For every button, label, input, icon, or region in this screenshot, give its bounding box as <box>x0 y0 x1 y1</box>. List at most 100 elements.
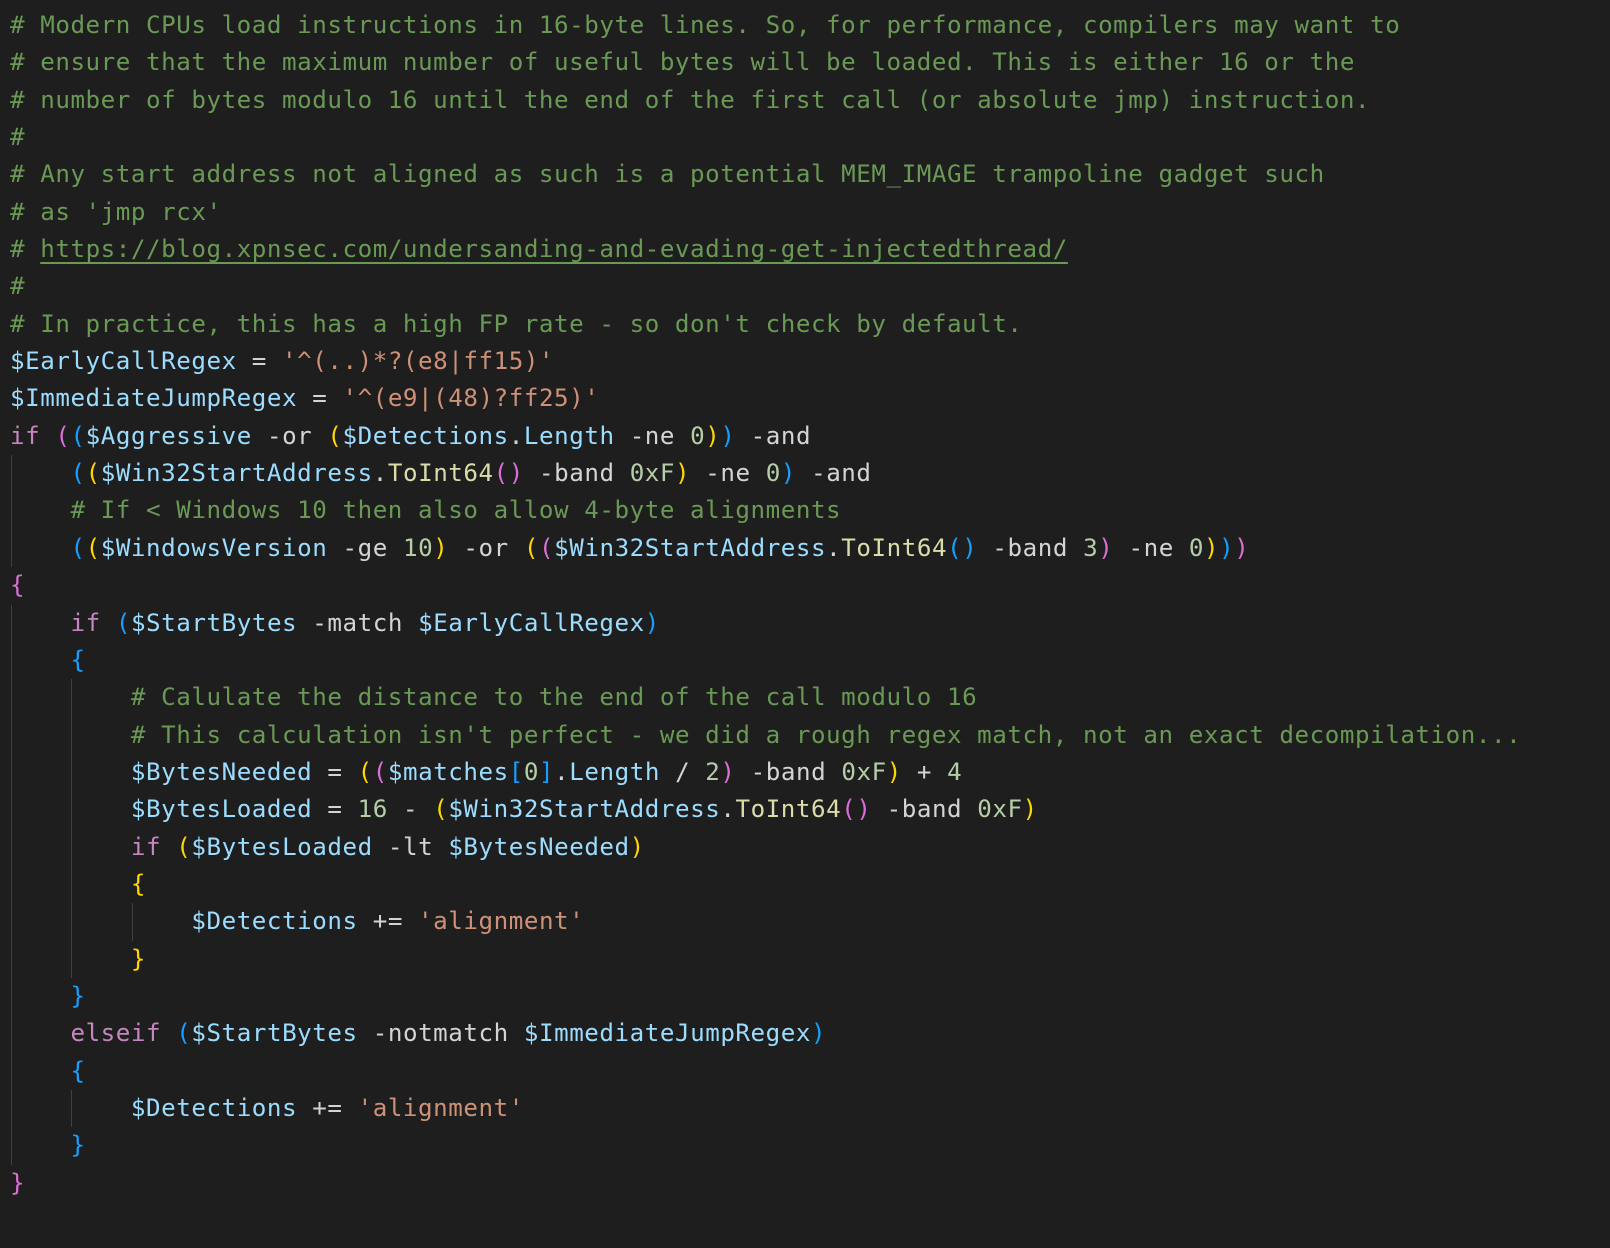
bracket-token: ) <box>720 421 736 450</box>
string-token: '^(..)*?(e8|ff15)' <box>282 347 555 376</box>
indent-guide <box>11 641 12 680</box>
code-editor[interactable]: # Modern CPUs load instructions in 16-by… <box>0 0 1610 1248</box>
text-token: . <box>720 795 736 824</box>
indent-guide <box>11 791 12 829</box>
variable-token: Length <box>523 421 615 450</box>
operator-token: = <box>312 757 358 786</box>
bracket-token: } <box>70 981 86 1010</box>
code-line[interactable]: # https://blog.xpnsec.com/undersanding-a… <box>10 231 1521 268</box>
bracket-token: { <box>10 571 26 600</box>
operator-token: -and <box>795 459 872 488</box>
text-token: . <box>372 459 388 488</box>
code-line[interactable]: # as 'jmp rcx' <box>10 194 1521 231</box>
indent-guide <box>71 753 73 792</box>
code-line[interactable]: if (($Aggressive -or ($Detections.Length… <box>10 418 1521 455</box>
bracket-token: ) <box>1022 795 1038 824</box>
bracket-token: ) <box>644 608 660 637</box>
number-token: 0xF <box>629 459 676 488</box>
code-line[interactable]: { <box>10 641 1521 680</box>
bracket-token: ) <box>811 1019 827 1048</box>
bracket-token: ( <box>85 459 101 488</box>
code-line[interactable]: } <box>10 1165 1521 1202</box>
number-token: 16 <box>357 795 388 824</box>
bracket-token: ( <box>70 459 86 488</box>
variable-token: $BytesNeeded <box>448 832 630 861</box>
method-token: ToInt64 <box>387 459 494 488</box>
bracket-token: } <box>70 1131 86 1160</box>
code-line[interactable]: # In practice, this has a high FP rate -… <box>10 306 1521 343</box>
code-line[interactable]: { <box>10 567 1521 604</box>
indent-guide <box>11 716 12 754</box>
indent-guide <box>71 716 73 754</box>
number-token: 10 <box>402 533 434 562</box>
code-line[interactable]: $Detections += 'alignment' <box>10 1089 1521 1128</box>
variable-token: $StartBytes <box>191 1019 358 1048</box>
comment-token: # <box>10 272 26 301</box>
bracket-token: () <box>947 533 978 562</box>
indent-guide <box>11 977 12 1016</box>
bracket-token: ( <box>70 421 86 450</box>
code-line[interactable]: # This calculation isn't perfect - we di… <box>10 716 1521 754</box>
indent-guide <box>71 865 73 904</box>
code-line[interactable]: # Calulate the distance to the end of th… <box>10 679 1521 717</box>
indent-guide <box>131 903 133 941</box>
code-line[interactable]: # If < Windows 10 then also allow 4-byte… <box>10 492 1521 530</box>
indent-guide <box>71 828 73 866</box>
code-line[interactable]: { <box>10 865 1521 904</box>
bracket-token: ( <box>357 757 373 786</box>
indent-guide <box>71 791 73 829</box>
operator-token: -band <box>871 795 978 824</box>
code-line[interactable]: # <box>10 268 1521 305</box>
code-line[interactable]: # Modern CPUs load instructions in 16-by… <box>10 7 1521 44</box>
string-token: 'alignment' <box>418 907 585 936</box>
operator-token: += <box>297 1093 358 1122</box>
code-line[interactable]: { <box>10 1052 1521 1090</box>
code-line[interactable]: $BytesLoaded = 16 - ($Win32StartAddress.… <box>10 791 1521 829</box>
variable-token: $Detections <box>342 421 509 450</box>
bracket-token: } <box>10 1168 26 1197</box>
string-token: 'alignment' <box>357 1093 524 1122</box>
bracket-token: ( <box>523 533 539 562</box>
number-token: 0 <box>690 421 706 450</box>
variable-token: $Win32StartAddress <box>554 533 827 562</box>
code-line[interactable]: $Detections += 'alignment' <box>10 903 1521 941</box>
comment-token: # If < Windows 10 then also allow 4-byte… <box>70 496 842 525</box>
variable-token: $Win32StartAddress <box>100 459 373 488</box>
code-line[interactable]: (($Win32StartAddress.ToInt64() -band 0xF… <box>10 455 1521 493</box>
indent-guide <box>11 1127 12 1165</box>
indent-guide <box>11 753 12 792</box>
code-line[interactable]: if ($BytesLoaded -lt $BytesNeeded) <box>10 828 1521 866</box>
code-line[interactable]: } <box>10 1127 1521 1165</box>
code-line[interactable]: if ($StartBytes -match $EarlyCallRegex) <box>10 604 1521 642</box>
bracket-token: ( <box>55 421 71 450</box>
operator-token: + <box>901 757 948 786</box>
code-line[interactable]: # <box>10 119 1521 156</box>
code-line[interactable]: (($WindowsVersion -ge 10) -or (($Win32St… <box>10 529 1521 568</box>
code-line[interactable]: $EarlyCallRegex = '^(..)*?(e8|ff15)' <box>10 343 1521 380</box>
bracket-token: ( <box>539 533 555 562</box>
code-line[interactable]: # Any start address not aligned as such … <box>10 156 1521 193</box>
code-line[interactable]: } <box>10 940 1521 978</box>
code-line[interactable]: } <box>10 977 1521 1016</box>
code-line[interactable]: elseif ($StartBytes -notmatch $Immediate… <box>10 1015 1521 1053</box>
number-token: 3 <box>1083 533 1099 562</box>
bracket-token: ) <box>433 533 449 562</box>
code-line[interactable]: $ImmediateJumpRegex = '^(e9|(48)?ff25)' <box>10 380 1521 417</box>
bracket-token: ) <box>780 459 796 488</box>
bracket-token: } <box>130 944 147 973</box>
variable-token: $Detections <box>191 907 358 936</box>
code-line[interactable]: $BytesNeeded = (($matches[0].Length / 2)… <box>10 753 1521 792</box>
bracket-token: ( <box>70 533 86 562</box>
bracket-token: () <box>841 795 872 824</box>
comment-token: # In practice, this has a high FP rate -… <box>10 309 1023 338</box>
code-line[interactable]: # number of bytes modulo 16 until the en… <box>10 82 1521 119</box>
url-link[interactable]: https://blog.xpnsec.com/undersanding-and… <box>40 235 1068 263</box>
code-area[interactable]: # Modern CPUs load instructions in 16-by… <box>10 7 1521 1202</box>
code-line[interactable]: # ensure that the maximum number of usef… <box>10 44 1521 81</box>
operator-token: -band <box>523 459 630 488</box>
operator-token: -lt <box>372 832 449 861</box>
